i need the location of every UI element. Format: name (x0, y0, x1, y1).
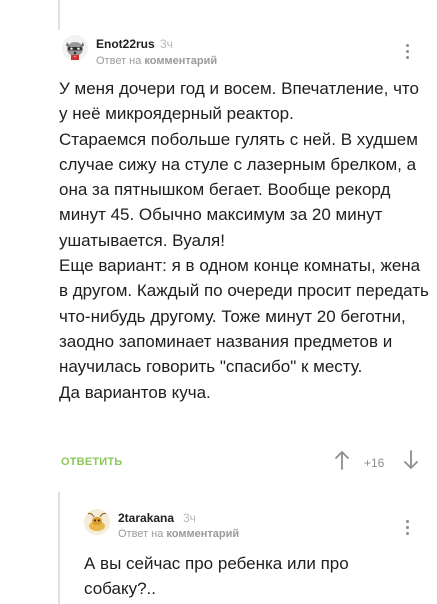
thread-line (58, 492, 60, 604)
upvote-arrow-icon[interactable] (334, 450, 350, 470)
comment-paragraph: У меня дочери год и восем. Впечатление, … (59, 79, 419, 124)
reply-target-link[interactable]: комментарий (166, 528, 239, 540)
comment: Enot22rus 3ч Ответ на комментарий У меня… (0, 0, 437, 492)
raccoon-avatar-icon (62, 35, 88, 61)
comment-text: У меня дочери год и восем. Впечатление, … (59, 76, 431, 405)
cockroach-avatar-icon (84, 509, 110, 535)
reply-prefix: Ответ на (96, 55, 142, 67)
reply-prefix: Ответ на (118, 528, 164, 540)
more-options-icon[interactable] (402, 44, 412, 62)
more-options-icon[interactable] (402, 520, 412, 538)
reply-info: Ответ на комментарий (118, 528, 239, 540)
author-name[interactable]: 2tarakana (118, 511, 174, 525)
comment-text: А вы сейчас про ребенка или про собаку?.… (84, 551, 404, 602)
reply-info: Ответ на комментарий (96, 55, 217, 67)
avatar[interactable] (62, 35, 88, 61)
comment-time: 3ч (183, 511, 196, 525)
comment: 2tarakana 3ч Ответ на комментарий А вы с… (0, 492, 437, 604)
reply-target-link[interactable]: комментарий (144, 55, 217, 67)
comment-paragraph: Да вариантов куча. (59, 382, 211, 402)
comment-paragraph: А вы сейчас про ребенка или про собаку?.… (84, 554, 349, 599)
author-name[interactable]: Enot22rus (96, 37, 155, 51)
comment-paragraph: Еще вариант: я в одном конце комнаты, же… (59, 256, 429, 377)
downvote-arrow-icon[interactable] (403, 450, 419, 470)
reply-button[interactable]: ОТВЕТИТЬ (61, 456, 122, 468)
comment-paragraph: Стараемся побольше гулять с ней. В худше… (59, 129, 418, 250)
rating-value: +16 (364, 456, 385, 470)
comment-time: 3ч (160, 37, 173, 51)
thread-line (58, 0, 60, 30)
avatar[interactable] (84, 509, 110, 535)
